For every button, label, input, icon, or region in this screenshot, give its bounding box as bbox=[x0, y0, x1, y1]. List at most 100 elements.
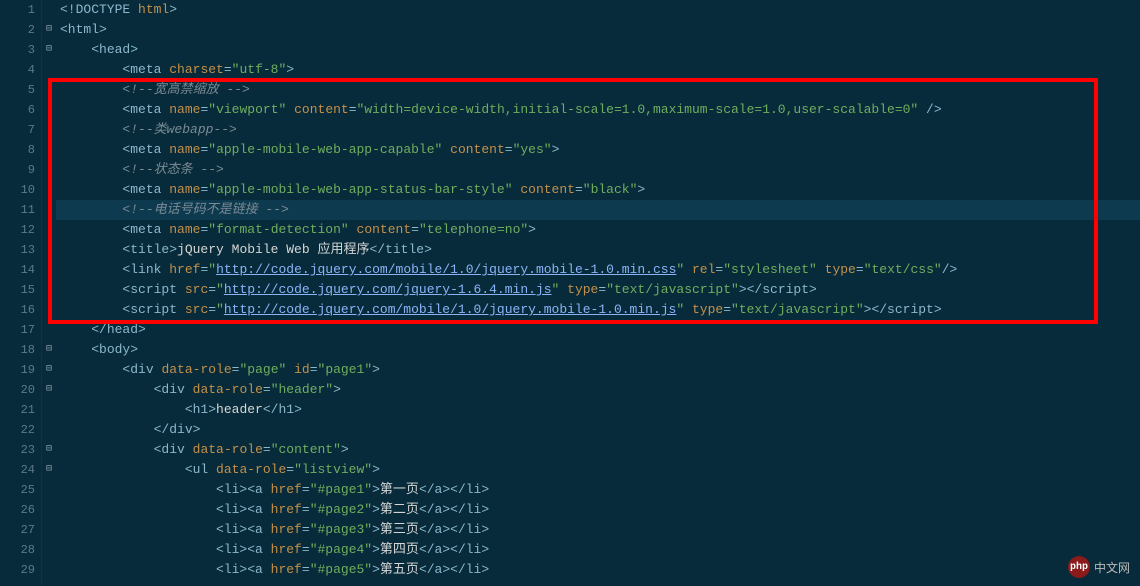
line-number[interactable]: 7 bbox=[0, 120, 41, 140]
token-tag: </head> bbox=[91, 322, 146, 337]
line-number[interactable]: 25 bbox=[0, 480, 41, 500]
line-number[interactable]: 21 bbox=[0, 400, 41, 420]
code-line[interactable]: <title>jQuery Mobile Web 应用程序</title> bbox=[56, 240, 1140, 260]
line-number[interactable]: 28 bbox=[0, 540, 41, 560]
line-number[interactable]: 9 bbox=[0, 160, 41, 180]
token-attr: rel bbox=[692, 262, 715, 277]
line-number[interactable]: 3 bbox=[0, 40, 41, 60]
code-line[interactable]: <head> bbox=[56, 40, 1140, 60]
fold-marker[interactable]: ⊟ bbox=[42, 340, 56, 360]
code-line[interactable]: <meta name="apple-mobile-web-app-status-… bbox=[56, 180, 1140, 200]
line-number[interactable]: 14 bbox=[0, 260, 41, 280]
token-tag: <link bbox=[122, 262, 161, 277]
token-txt bbox=[918, 102, 926, 117]
line-number[interactable]: 8 bbox=[0, 140, 41, 160]
code-line[interactable]: <meta charset="utf-8"> bbox=[56, 60, 1140, 80]
token-tag: > bbox=[169, 2, 177, 17]
code-line[interactable]: <meta name="viewport" content="width=dev… bbox=[56, 100, 1140, 120]
line-number[interactable]: 10 bbox=[0, 180, 41, 200]
line-number[interactable]: 11 bbox=[0, 200, 41, 220]
line-number[interactable]: 26 bbox=[0, 500, 41, 520]
line-number[interactable]: 29 bbox=[0, 560, 41, 580]
line-number[interactable]: 12 bbox=[0, 220, 41, 240]
line-number[interactable]: 2 bbox=[0, 20, 41, 40]
code-line[interactable]: <li><a href="#page1">第一页</a></li> bbox=[56, 480, 1140, 500]
code-line[interactable]: <meta name="apple-mobile-web-app-capable… bbox=[56, 140, 1140, 160]
code-line[interactable]: <ul data-role="listview"> bbox=[56, 460, 1140, 480]
token-tag: /> bbox=[942, 262, 958, 277]
code-line[interactable]: <!--宽高禁缩放 --> bbox=[56, 80, 1140, 100]
code-line[interactable]: <!DOCTYPE html> bbox=[56, 0, 1140, 20]
code-line[interactable]: </div> bbox=[56, 420, 1140, 440]
fold-column[interactable]: ⊟⊟⊟⊟⊟⊟⊟ bbox=[42, 0, 56, 586]
code-line[interactable]: <link href="http://code.jquery.com/mobil… bbox=[56, 260, 1140, 280]
line-number[interactable]: 23 bbox=[0, 440, 41, 460]
token-attr: charset bbox=[169, 62, 224, 77]
fold-marker bbox=[42, 240, 56, 260]
line-number[interactable]: 1 bbox=[0, 0, 41, 20]
token-txt bbox=[286, 362, 294, 377]
fold-marker[interactable]: ⊟ bbox=[42, 460, 56, 480]
line-number[interactable]: 24 bbox=[0, 460, 41, 480]
token-cmt: <!--宽高禁缩放 --> bbox=[122, 82, 249, 97]
code-line[interactable]: <div data-role="page" id="page1"> bbox=[56, 360, 1140, 380]
token-str: "page" bbox=[239, 362, 286, 377]
code-line[interactable]: <li><a href="#page4">第四页</a></li> bbox=[56, 540, 1140, 560]
line-number[interactable]: 16 bbox=[0, 300, 41, 320]
token-tag: > bbox=[372, 522, 380, 537]
code-line[interactable]: <meta name="format-detection" content="t… bbox=[56, 220, 1140, 240]
code-line[interactable]: <!--电话号码不是链接 --> bbox=[56, 200, 1140, 220]
token-tag: = bbox=[302, 542, 310, 557]
token-txt bbox=[817, 262, 825, 277]
token-txt: 第二页 bbox=[380, 502, 419, 517]
code-area[interactable]: <!DOCTYPE html><html> <head> <meta chars… bbox=[56, 0, 1140, 586]
code-line[interactable]: <script src="http://code.jquery.com/jque… bbox=[56, 280, 1140, 300]
token-tag: = bbox=[856, 262, 864, 277]
code-line[interactable]: <div data-role="content"> bbox=[56, 440, 1140, 460]
token-tag: = bbox=[302, 522, 310, 537]
token-tag: > bbox=[372, 562, 380, 577]
token-tag: ></script> bbox=[739, 282, 817, 297]
line-number[interactable]: 19 bbox=[0, 360, 41, 380]
token-tag: <title> bbox=[122, 242, 177, 257]
token-tag: </a></li> bbox=[419, 562, 489, 577]
line-number[interactable]: 15 bbox=[0, 280, 41, 300]
fold-marker[interactable]: ⊟ bbox=[42, 380, 56, 400]
line-number[interactable]: 20 bbox=[0, 380, 41, 400]
fold-marker[interactable]: ⊟ bbox=[42, 440, 56, 460]
code-line[interactable]: <h1>header</h1> bbox=[56, 400, 1140, 420]
code-line[interactable]: <!--类webapp--> bbox=[56, 120, 1140, 140]
line-number[interactable]: 22 bbox=[0, 420, 41, 440]
token-txt: header bbox=[216, 402, 263, 417]
token-str: " bbox=[208, 262, 216, 277]
token-tag: <h1> bbox=[185, 402, 216, 417]
fold-marker[interactable]: ⊟ bbox=[42, 360, 56, 380]
token-txt bbox=[185, 382, 193, 397]
line-number[interactable]: 27 bbox=[0, 520, 41, 540]
line-number[interactable]: 5 bbox=[0, 80, 41, 100]
code-line[interactable]: <script src="http://code.jquery.com/mobi… bbox=[56, 300, 1140, 320]
token-attr: type bbox=[825, 262, 856, 277]
token-str: "#page3" bbox=[310, 522, 372, 537]
line-number-gutter[interactable]: 1234567891011121314151617181920212223242… bbox=[0, 0, 42, 586]
code-line[interactable]: <!--状态条 --> bbox=[56, 160, 1140, 180]
token-attr: content bbox=[357, 222, 412, 237]
fold-marker bbox=[42, 220, 56, 240]
token-attr: href bbox=[169, 262, 200, 277]
code-line[interactable]: <li><a href="#page2">第二页</a></li> bbox=[56, 500, 1140, 520]
line-number[interactable]: 6 bbox=[0, 100, 41, 120]
line-number[interactable]: 17 bbox=[0, 320, 41, 340]
line-number[interactable]: 18 bbox=[0, 340, 41, 360]
line-number[interactable]: 13 bbox=[0, 240, 41, 260]
token-txt bbox=[263, 562, 271, 577]
code-line[interactable]: <li><a href="#page5">第五页</a></li> bbox=[56, 560, 1140, 580]
code-line[interactable]: </head> bbox=[56, 320, 1140, 340]
token-str: "page1" bbox=[318, 362, 373, 377]
fold-marker[interactable]: ⊟ bbox=[42, 40, 56, 60]
line-number[interactable]: 4 bbox=[0, 60, 41, 80]
code-line[interactable]: <div data-role="header"> bbox=[56, 380, 1140, 400]
fold-marker[interactable]: ⊟ bbox=[42, 20, 56, 40]
code-line[interactable]: <html> bbox=[56, 20, 1140, 40]
code-line[interactable]: <body> bbox=[56, 340, 1140, 360]
code-line[interactable]: <li><a href="#page3">第三页</a></li> bbox=[56, 520, 1140, 540]
